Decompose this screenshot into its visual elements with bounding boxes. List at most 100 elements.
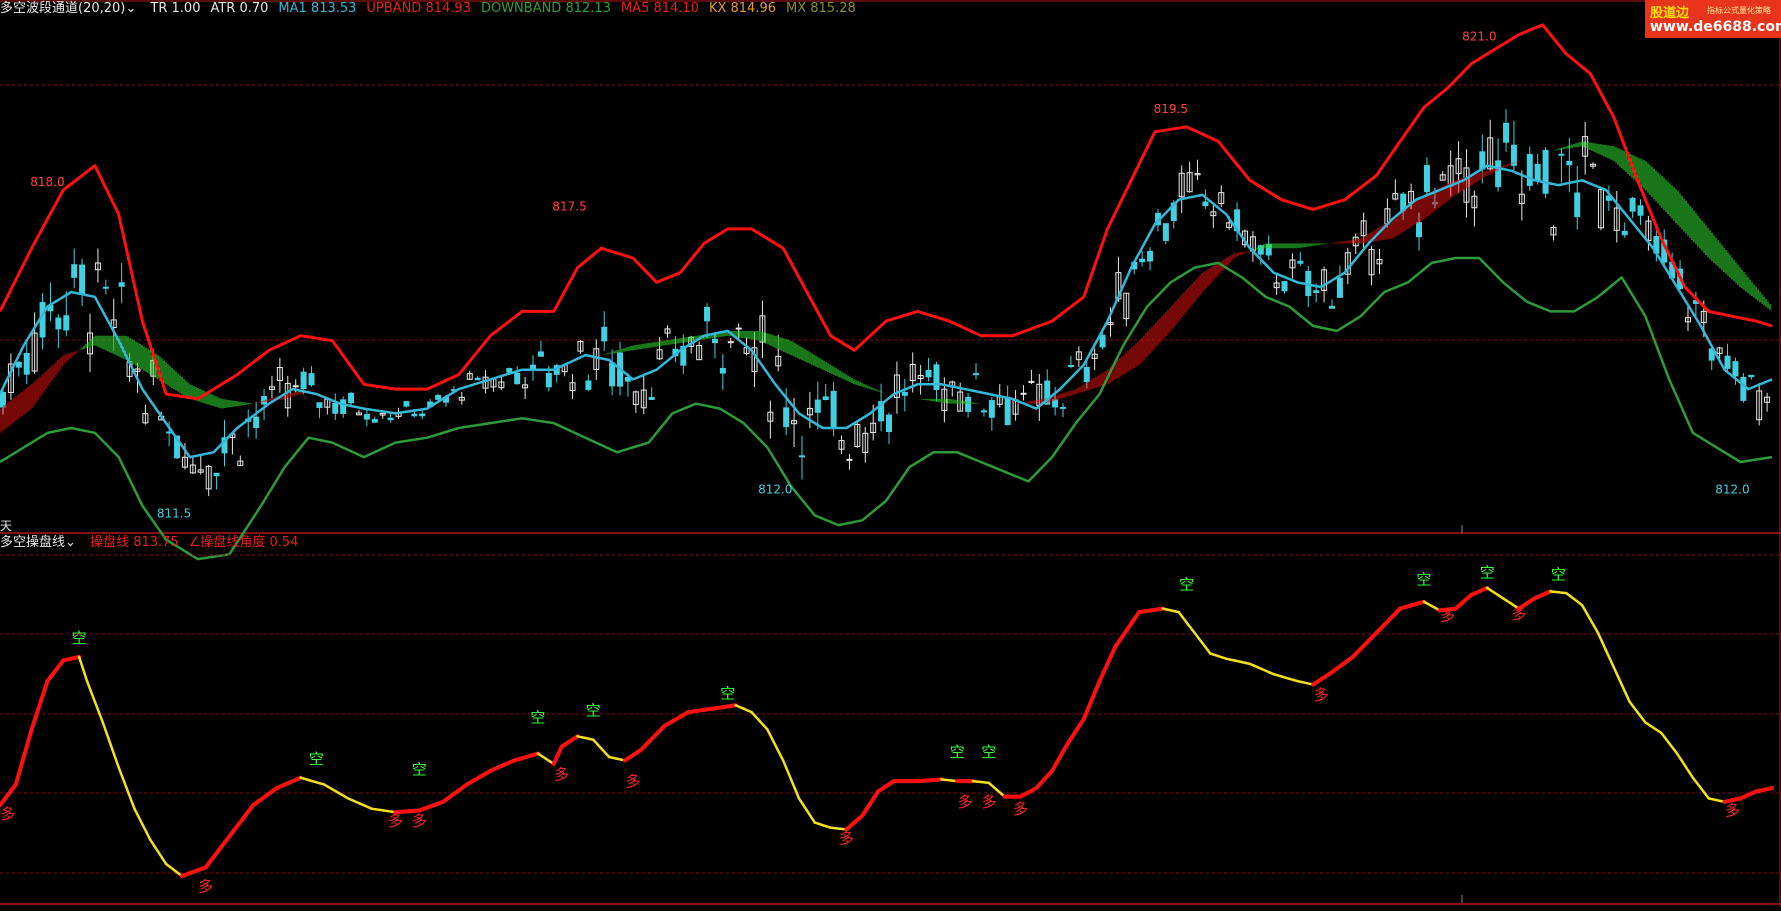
short-signal: 空 [586,702,601,720]
operation-line-segment [138,817,142,825]
candle-body [981,411,986,412]
candle-body [1638,206,1643,215]
watermark-url: www.de6688.com [1650,19,1781,35]
operation-line-segment [28,729,32,743]
short-signal: 空 [720,684,735,702]
upper-readout-3: UPBAND 814.93 [366,1,471,16]
candle-body [1061,407,1066,408]
candle-body [649,397,654,399]
candle-body [64,316,69,330]
candle-body [1053,400,1058,407]
candle-body [823,397,828,400]
candle-body [372,419,377,422]
candle-body [24,353,29,374]
long-signal: 多 [198,878,213,896]
long-signal: 多 [412,812,427,830]
candle-body [1084,368,1089,382]
candle-body [214,473,219,475]
short-signal: 空 [981,743,996,761]
candle-body [1622,231,1627,234]
chevron-down-icon[interactable]: ⌄ [65,535,76,550]
price-label: 817.5 [552,199,586,213]
candle-body [799,456,804,457]
long-signal: 多 [1440,607,1455,625]
operation-line-segment [107,734,111,745]
chart-canvas[interactable]: 818.0811.5817.5812.0819.5821.0812.0 多空多空… [0,0,1781,907]
candle-body [72,265,77,278]
operation-line-segment [142,824,146,832]
long-signal: 多 [625,772,640,790]
candle-body [934,365,939,390]
operation-line-segment [83,669,87,681]
candle-body [412,414,417,416]
watermark-logo: 股道边 指标公式量化策略 www.de6688.com [1645,0,1781,38]
candle-body [388,418,393,419]
candle-body [1021,393,1026,394]
candle-body [309,374,314,385]
operation-line-segment [1598,633,1602,642]
short-signal: 空 [1416,571,1431,589]
candle-body [1511,145,1516,165]
operation-line-segment [119,767,123,777]
short-signal: 空 [530,709,545,727]
candle-body [538,352,543,356]
operation-line-segment [1626,693,1630,702]
candle-body [902,392,907,395]
candle-body [56,318,61,329]
long-signal: 多 [1314,686,1329,704]
candle-body [254,417,259,427]
operation-line-segment [775,745,779,753]
short-signal: 空 [412,760,427,778]
candle-body [1330,306,1335,308]
price-label: 811.5 [157,507,191,521]
candle-body [515,373,520,383]
candle-body [1733,362,1738,376]
upper-readout-7: MX 815.28 [786,1,856,16]
candle-body [1282,282,1287,291]
candle-body [831,391,836,427]
candle-body [1749,375,1754,376]
candle-body [317,403,322,408]
operation-line-segment [123,778,127,788]
operation-line-segment [783,760,787,769]
candle-body [720,368,725,373]
lower-panel-header: 多空操盘线⌄ 操盘线 813.75∠操盘线角度 0.54 [0,534,318,552]
candle-body [728,342,733,343]
operation-line-segment [1610,659,1614,668]
ribbon [0,141,1770,432]
chevron-down-icon[interactable]: ⌄ [125,1,136,16]
long-signal: 多 [1013,800,1028,818]
lower-panel-title[interactable]: 多空操盘线⌄ [0,535,86,550]
long-signal: 多 [981,793,996,811]
upper-panel-title[interactable]: 多空波段通道(20,20)⌄ [0,1,146,16]
candle-body [1535,164,1540,180]
lower-readouts: 操盘线 813.75∠操盘线角度 0.54 [90,535,308,550]
candle-body [167,432,172,433]
price-labels: 818.0811.5817.5812.0819.5821.0812.0 [30,29,1749,520]
candle-body [602,327,607,341]
lower-readout-1: ∠操盘线角度 0.54 [189,535,299,550]
candle-body [293,386,298,387]
candle-body [1424,166,1429,192]
candle-body [1314,291,1319,293]
signals: 多空多空多空多空多空多空多空多空多多空多空多空多空多 [0,564,1740,896]
candle-body [475,378,480,379]
price-label: 812.0 [1715,482,1749,496]
upper-readout-6: KX 814.96 [709,1,776,16]
watermark-tagline: 指标公式量化策略 [1707,5,1771,16]
upper-panel-title-text: 多空波段通道(20,20) [0,1,125,16]
candle-body [1567,161,1572,164]
short-signal: 空 [1551,565,1566,583]
candle-body [1140,259,1145,262]
upper-side-label: 天 [0,517,12,534]
price-label: 819.5 [1154,102,1188,116]
short-signal: 空 [950,743,965,761]
candle-body [974,374,979,375]
candle-body [847,459,852,460]
long-signal: 多 [958,793,973,811]
upper-lines [0,25,1772,559]
candle-body [1148,251,1153,261]
short-signal: 空 [1480,564,1495,582]
upper-readout-4: DOWNBAND 812.13 [481,1,611,16]
upper-readout-2: MA1 813.53 [278,1,356,16]
